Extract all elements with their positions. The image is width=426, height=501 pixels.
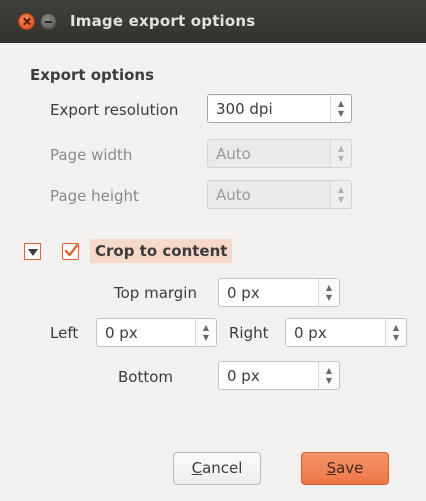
spinbox-arrows[interactable]: ▲ ▼ <box>195 319 216 346</box>
title-bar: Image export options <box>0 0 426 43</box>
spinbox-arrows: ▲ ▼ <box>330 181 351 208</box>
top-margin-spinbox[interactable]: 0 px ▲ ▼ <box>218 278 340 307</box>
left-margin-label: Left <box>50 324 79 342</box>
increment-icon[interactable]: ▲ <box>196 324 216 332</box>
image-export-dialog: Image export options Export options Expo… <box>0 0 426 501</box>
export-options-heading: Export options <box>30 66 155 84</box>
decrement-icon: ▼ <box>337 195 345 204</box>
right-margin-label: Right <box>229 324 269 342</box>
page-height-spinbox: Auto ▲ ▼ <box>207 180 352 209</box>
bottom-margin-spinbox[interactable]: 0 px ▲ ▼ <box>218 361 340 390</box>
page-width-spinbox: Auto ▲ ▼ <box>207 139 352 168</box>
crop-to-content-label[interactable]: Crop to content <box>90 239 233 263</box>
decrement-icon[interactable]: ▼ <box>319 294 339 302</box>
increment-icon: ▲ <box>337 144 345 153</box>
spinbox-arrows[interactable]: ▲ ▼ <box>318 279 339 306</box>
save-mnemonic: S <box>326 459 337 477</box>
bottom-margin-label: Bottom <box>118 368 174 386</box>
minimize-icon[interactable] <box>40 13 57 30</box>
save-button[interactable]: Save <box>301 452 389 485</box>
spinbox-arrows: ▲ ▼ <box>330 140 351 167</box>
right-margin-spinbox[interactable]: 0 px ▲ ▼ <box>285 318 407 347</box>
left-margin-value: 0 px <box>105 324 138 342</box>
increment-icon[interactable]: ▲ <box>331 100 351 108</box>
increment-icon[interactable]: ▲ <box>386 324 406 332</box>
save-button-label: ave <box>336 459 364 477</box>
page-height-label: Page height <box>50 187 139 205</box>
export-resolution-value: 300 dpi <box>216 100 273 118</box>
close-icon[interactable] <box>18 13 35 30</box>
collapse-triangle-icon[interactable] <box>24 243 41 260</box>
page-width-label: Page width <box>50 146 133 164</box>
decrement-icon[interactable]: ▼ <box>386 334 406 342</box>
crop-to-content-checkbox[interactable] <box>62 243 79 260</box>
export-resolution-label: Export resolution <box>50 101 179 119</box>
increment-icon[interactable]: ▲ <box>319 284 339 292</box>
left-margin-spinbox[interactable]: 0 px ▲ ▼ <box>96 318 217 347</box>
decrement-icon: ▼ <box>337 154 345 163</box>
checkmark-icon <box>64 244 78 257</box>
window-title: Image export options <box>70 12 256 30</box>
cancel-mnemonic: C <box>191 459 203 477</box>
spinbox-arrows[interactable]: ▲ ▼ <box>385 319 406 346</box>
decrement-icon[interactable]: ▼ <box>331 110 351 118</box>
spinbox-arrows[interactable]: ▲ ▼ <box>318 362 339 389</box>
cancel-button[interactable]: Cancel <box>173 452 261 485</box>
increment-icon: ▲ <box>337 185 345 194</box>
bottom-margin-value: 0 px <box>227 367 260 385</box>
increment-icon[interactable]: ▲ <box>319 367 339 375</box>
decrement-icon[interactable]: ▼ <box>196 334 216 342</box>
top-margin-value: 0 px <box>227 284 260 302</box>
page-height-value: Auto <box>216 186 251 204</box>
decrement-icon[interactable]: ▼ <box>319 377 339 385</box>
top-margin-label: Top margin <box>114 284 197 302</box>
export-resolution-spinbox[interactable]: 300 dpi ▲ ▼ <box>207 94 352 123</box>
right-margin-value: 0 px <box>294 324 327 342</box>
spinbox-arrows[interactable]: ▲ ▼ <box>330 95 351 122</box>
page-width-value: Auto <box>216 145 251 163</box>
cancel-button-label: ancel <box>202 459 243 477</box>
